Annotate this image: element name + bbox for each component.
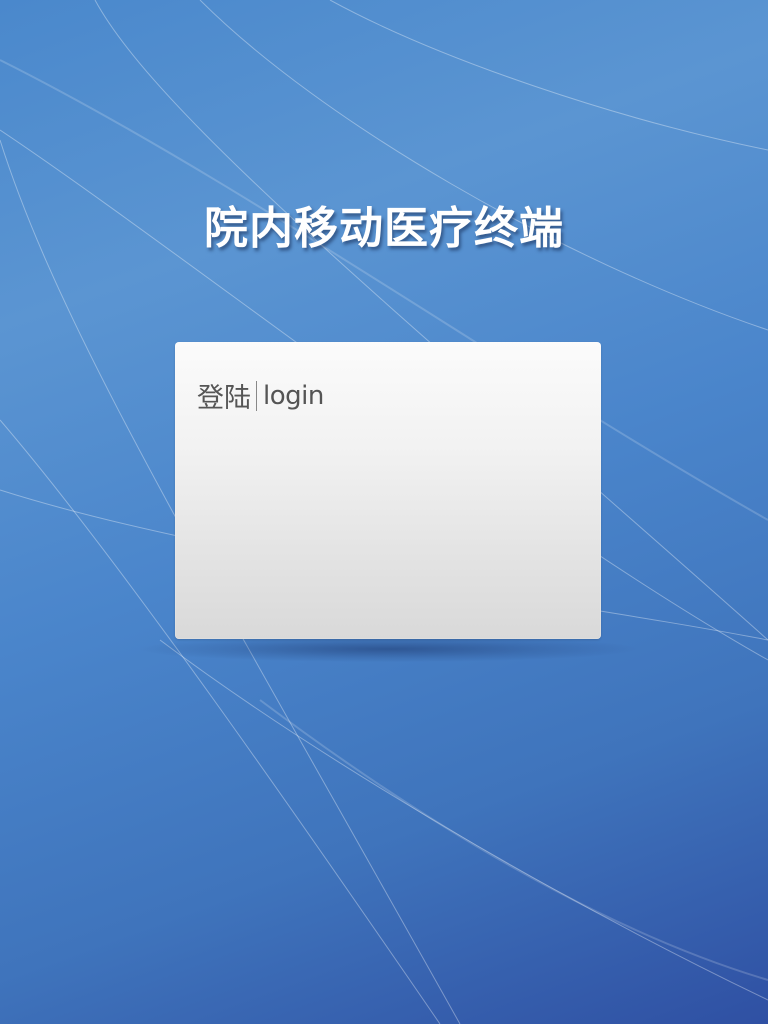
app-title: 院内移动医疗终端 <box>204 203 564 254</box>
login-heading-en: login <box>263 380 324 411</box>
login-heading: 登陆 login <box>197 376 324 415</box>
heading-divider <box>256 380 257 411</box>
login-heading-cn: 登陆 <box>197 383 251 414</box>
card-shadow <box>140 636 636 662</box>
login-card: 登陆 login <box>175 342 601 639</box>
